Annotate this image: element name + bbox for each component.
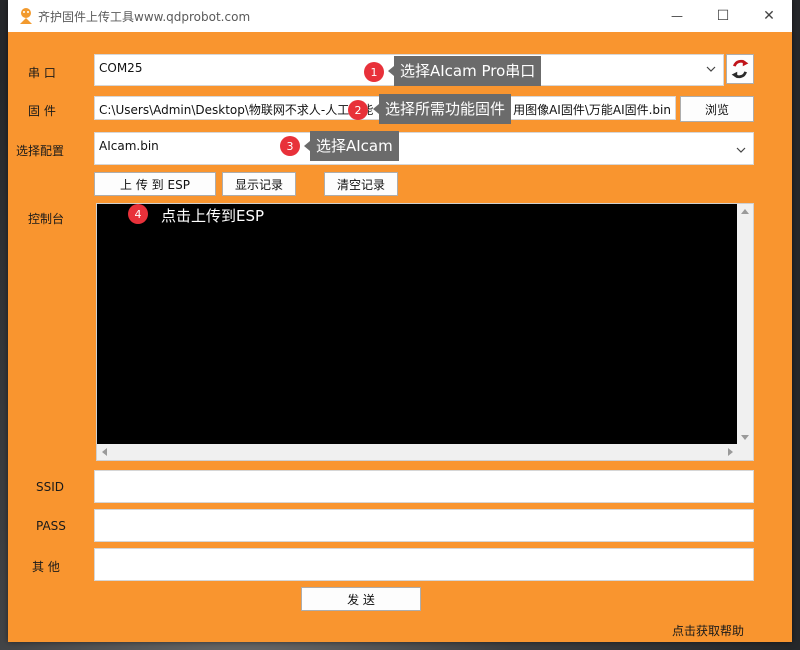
annotation-badge-4: 4: [128, 204, 148, 224]
maximize-icon: ☐: [716, 8, 730, 24]
console-panel: [96, 203, 754, 461]
ssid-label: SSID: [36, 480, 65, 494]
other-label: 其 他: [32, 560, 60, 574]
scroll-left-icon: [102, 448, 107, 456]
app-window: 齐护固件上传工具www.qdprobot.com — ☐ ✕ 串 口 COM25…: [8, 0, 792, 642]
annotation-callout-2: 选择所需功能固件: [372, 94, 512, 124]
title-bar: 齐护固件上传工具www.qdprobot.com — ☐ ✕: [8, 0, 792, 32]
firmware-label: 固 件: [28, 104, 56, 118]
vertical-scrollbar[interactable]: [737, 204, 753, 445]
window-title: 齐护固件上传工具www.qdprobot.com: [38, 10, 251, 24]
other-input[interactable]: [94, 548, 754, 581]
scroll-up-icon: [741, 209, 749, 214]
refresh-port-button[interactable]: [726, 54, 754, 84]
annotation-badge-1: 1: [364, 62, 384, 82]
help-link[interactable]: 点击获取帮助: [672, 622, 744, 639]
port-label: 串 口: [28, 66, 56, 80]
annotation-callout-1: 选择AIcam Pro串口: [387, 56, 542, 86]
close-button[interactable]: ✕: [746, 0, 792, 32]
horizontal-scrollbar[interactable]: [97, 444, 738, 460]
scroll-down-icon: [741, 435, 749, 440]
send-button[interactable]: 发 送: [301, 587, 421, 611]
minimize-button[interactable]: —: [654, 0, 700, 32]
maximize-button[interactable]: ☐: [700, 0, 746, 32]
pass-label: PASS: [36, 519, 66, 533]
clear-log-button[interactable]: 清空记录: [324, 172, 398, 196]
browse-button[interactable]: 浏览: [680, 96, 754, 122]
upload-to-esp-button[interactable]: 上 传 到 ESP: [94, 172, 216, 196]
app-icon: [20, 8, 32, 24]
annotation-callout-3: 选择AIcam: [304, 131, 399, 161]
firmware-path-tail: 用图像AI固件\万能AI固件.bin: [513, 103, 671, 117]
annotation-text-4: 点击上传到ESP: [161, 207, 265, 225]
annotation-badge-3: 3: [280, 136, 300, 156]
annotation-badge-2: 2: [348, 100, 368, 120]
ssid-input[interactable]: [94, 470, 754, 503]
pass-input[interactable]: [94, 509, 754, 542]
port-value: COM25: [99, 61, 143, 75]
chevron-down-icon: [736, 147, 746, 153]
config-select[interactable]: AIcam.bin: [94, 132, 754, 165]
chevron-down-icon: [706, 66, 716, 72]
scroll-right-icon: [728, 448, 733, 456]
firmware-path-value: C:\Users\Admin\Desktop\物联网不求人-人工智能: [99, 103, 374, 117]
config-value: AIcam.bin: [99, 139, 159, 153]
refresh-icon: [731, 59, 749, 79]
minimize-icon: —: [671, 9, 683, 23]
close-icon: ✕: [763, 8, 775, 24]
console-label: 控制台: [28, 212, 65, 226]
show-log-button[interactable]: 显示记录: [222, 172, 296, 196]
console-output[interactable]: [97, 204, 738, 445]
config-label: 选择配置: [16, 144, 65, 158]
